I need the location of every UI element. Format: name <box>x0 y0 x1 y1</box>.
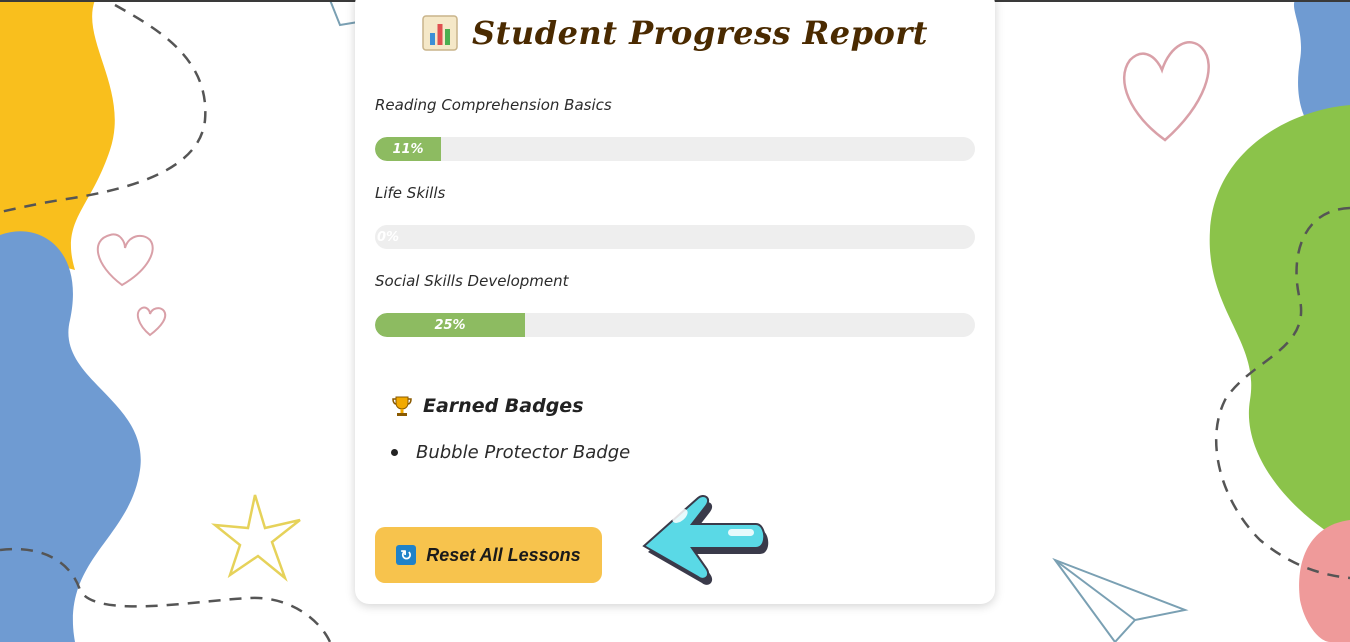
lesson-label: Social Skills Development <box>375 272 569 290</box>
bar-chart-icon <box>422 15 458 51</box>
pointer-arrow-icon <box>642 495 769 585</box>
progress-fill: 25% <box>375 313 525 337</box>
lesson-label: Life Skills <box>375 184 446 202</box>
progress-fill: 0% <box>375 225 400 249</box>
yellow-blob <box>0 0 115 270</box>
green-blob <box>1209 105 1350 545</box>
badge-item: Bubble Protector Badge <box>391 442 630 463</box>
reset-all-lessons-button[interactable]: ↻ Reset All Lessons <box>375 527 602 583</box>
progress-bar: 25% <box>375 313 975 337</box>
progress-bar: 0% <box>375 225 975 249</box>
badges-title: Earned Badges <box>423 395 584 417</box>
badge-list: Bubble Protector Badge <box>391 442 630 463</box>
lesson-label: Reading Comprehension Basics <box>375 96 612 114</box>
pink-blob <box>1299 520 1350 642</box>
badges-header: Earned Badges <box>391 395 584 417</box>
blue-blob-left <box>0 231 141 642</box>
progress-bar: 11% <box>375 137 975 161</box>
progress-text: 11% <box>392 141 424 157</box>
badge-label: Bubble Protector Badge <box>416 442 631 463</box>
refresh-icon: ↻ <box>396 545 417 565</box>
progress-text: 25% <box>434 317 466 333</box>
progress-text: 0% <box>377 229 400 245</box>
trophy-icon <box>392 396 412 416</box>
report-header: Student Progress Report <box>355 8 995 58</box>
page-title: Student Progress Report <box>472 14 928 52</box>
reset-button-label: Reset All Lessons <box>426 544 581 565</box>
bullet-icon <box>391 449 398 456</box>
progress-fill: 11% <box>375 137 441 161</box>
